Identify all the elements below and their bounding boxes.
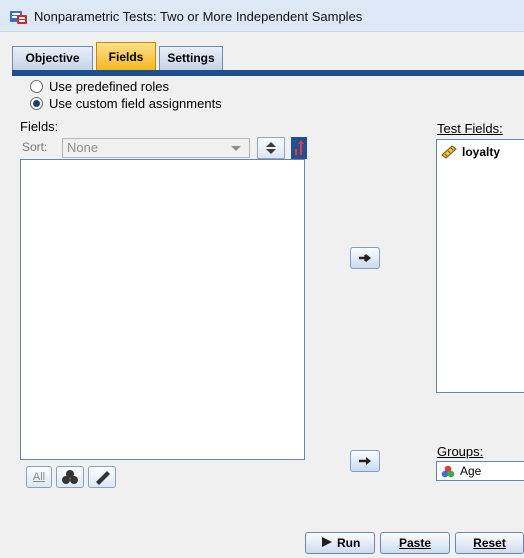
move-to-groups-button[interactable] (350, 450, 380, 472)
show-nominal-button[interactable] (56, 466, 84, 488)
test-fields-label-text: Test Fields: (437, 121, 503, 136)
tab-fields[interactable]: Fields (96, 42, 156, 70)
test-fields-label: Test Fields: (437, 121, 503, 136)
sort-up-down-icon (266, 142, 276, 154)
arrow-right-icon (359, 457, 371, 465)
groups-label: Groups: (437, 444, 483, 459)
chevron-down-icon (231, 146, 241, 151)
paste-button[interactable]: Paste (380, 532, 450, 554)
scale-ruler-icon (441, 145, 457, 159)
radio-button[interactable] (30, 79, 43, 93)
groups-field[interactable]: Age (436, 461, 524, 481)
run-label: Run (337, 536, 361, 550)
nominal-circles-icon (441, 465, 455, 477)
list-item[interactable]: Age (441, 464, 481, 478)
play-icon (321, 537, 332, 547)
run-button[interactable]: Run (305, 532, 375, 554)
tab-strip (12, 70, 524, 76)
radio-button[interactable] (30, 96, 43, 110)
list-item[interactable]: loyalty (441, 145, 500, 159)
title-bar: Nonparametric Tests: Two or More Indepen… (0, 0, 524, 32)
sort-value: None (67, 140, 99, 155)
spss-app-icon (10, 11, 27, 24)
radio-predefined-roles[interactable]: Use predefined roles (30, 78, 169, 94)
sort-measure-icon (295, 140, 304, 155)
sort-direction-button[interactable] (257, 137, 285, 159)
groups-label-text: Groups: (437, 444, 484, 459)
group-name: Age (460, 464, 482, 478)
show-all-button[interactable]: All (26, 466, 52, 488)
reset-label: Reset (473, 536, 506, 550)
scale-ruler-icon (96, 471, 110, 485)
radio-label: Use custom field assignments (49, 95, 222, 111)
tab-settings[interactable]: Settings (159, 46, 223, 70)
test-field-name: loyalty (462, 145, 501, 159)
nominal-circles-icon (62, 470, 78, 484)
radio-custom-assignments[interactable]: Use custom field assignments (30, 95, 222, 111)
window-title: Nonparametric Tests: Two or More Indepen… (34, 9, 363, 24)
test-fields-list[interactable]: loyalty (436, 139, 524, 393)
sort-measure-button[interactable] (291, 137, 307, 159)
sort-bar: Sort: None (20, 137, 307, 159)
show-scale-button[interactable] (88, 466, 116, 488)
sort-label: Sort: (22, 140, 48, 154)
paste-label: Paste (398, 536, 432, 550)
fields-label: Fields: (20, 119, 59, 134)
sort-dropdown[interactable]: None (62, 138, 250, 158)
move-to-test-fields-button[interactable] (350, 247, 380, 269)
arrow-right-icon (359, 254, 371, 262)
fields-list[interactable] (20, 159, 305, 460)
radio-label: Use predefined roles (49, 78, 169, 94)
tab-objective[interactable]: Objective (12, 46, 93, 70)
reset-button[interactable]: Reset (455, 532, 524, 554)
